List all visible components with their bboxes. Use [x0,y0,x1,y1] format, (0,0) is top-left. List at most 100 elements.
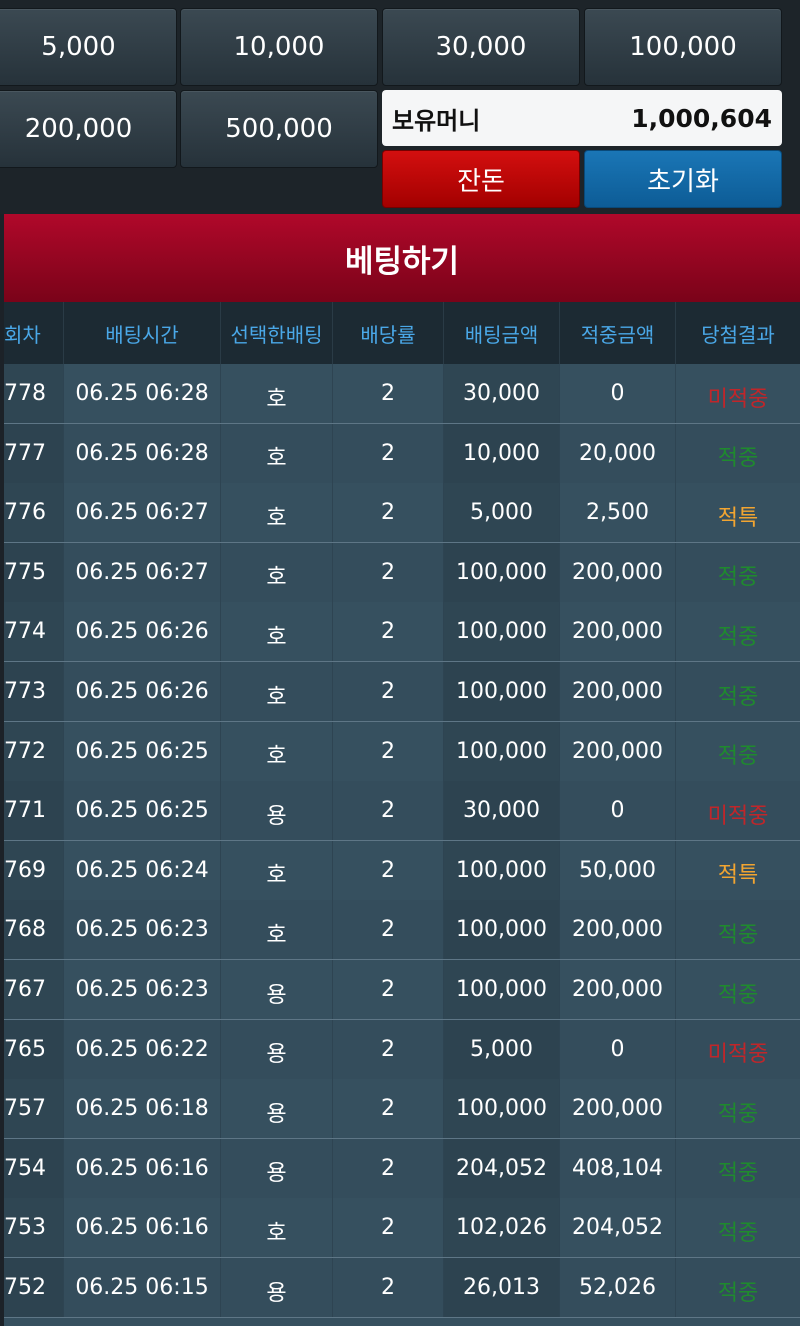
bet-amount-cell: 30,000 [444,781,560,841]
time-cell: 06.25 06:26 [64,662,221,721]
bet-amount-cell: 100,000 [444,721,560,781]
win-amount-cell: 0 [560,781,676,841]
result-cell: 적특 [717,863,759,889]
round-cell: 776 [4,483,64,543]
pick-cell: 호 [221,900,333,960]
time-cell: 06.25 06:23 [64,960,221,1019]
reset-button[interactable]: 초기화 [584,150,782,208]
header-odds: 배당률 [333,302,444,364]
cashout-button[interactable]: 잔돈 [382,150,580,208]
win-amount-cell: 2,500 [560,483,676,543]
bet-amount-cell: 100,000 [444,840,560,900]
table-row: 757 06.25 06:18 용 2 100,000 200,000 적중 [4,1079,800,1140]
chip-10000-button[interactable]: 10,000 [180,8,378,86]
time-cell: 06.25 06:27 [64,542,221,602]
odds-cell: 2 [333,662,444,721]
result-cell: 적중 [717,922,759,948]
result-cell: 적중 [717,565,759,591]
result-cell: 미적중 [707,1042,769,1068]
chip-30000-button[interactable]: 30,000 [382,8,580,86]
pick-cell: 용 [221,1258,333,1317]
time-cell: 06.25 06:25 [64,781,221,841]
odds-cell: 2 [333,602,444,662]
result-cell: 적특 [717,505,759,531]
table-row: 754 06.25 06:16 용 2 204,052 408,104 적중 [4,1138,800,1199]
chip-200000-button[interactable]: 200,000 [0,90,177,168]
round-cell: 772 [4,721,64,781]
pick-cell: 용 [221,1079,333,1139]
bet-amount-cell: 100,000 [444,602,560,662]
round-cell: 778 [4,364,64,423]
odds-cell: 2 [333,1198,444,1258]
bet-amount-cell: 26,013 [444,1258,560,1317]
time-cell: 06.25 06:23 [64,900,221,960]
chip-panel: 5,000 10,000 30,000 100,000 200,000 500,… [0,0,800,214]
bet-amount-cell: 100,000 [444,542,560,602]
result-cell: 미적중 [707,803,769,829]
header-bet-amount: 배팅금액 [444,302,560,364]
time-cell: 06.25 06:16 [64,1138,221,1198]
header-round: 회차 [4,302,64,364]
result-cell: 적중 [717,1101,759,1127]
round-cell: 775 [4,542,64,602]
time-cell: 06.25 06:27 [64,483,221,543]
win-amount-cell: 408,104 [560,1138,676,1198]
result-cell: 적중 [717,1161,759,1187]
header-win-amount: 적중금액 [560,302,676,364]
bet-amount-cell: 100,000 [444,900,560,960]
table-row: 769 06.25 06:24 호 2 100,000 50,000 적특 [4,840,800,901]
round-cell: 773 [4,662,64,721]
round-cell: 757 [4,1079,64,1139]
time-cell: 06.25 06:18 [64,1079,221,1139]
table-row: 767 06.25 06:23 용 2 100,000 200,000 적중 [4,960,800,1020]
bet-amount-cell: 204,052 [444,1138,560,1198]
bet-amount-cell: 100,000 [444,960,560,1019]
result-cell: 적중 [717,624,759,650]
odds-cell: 2 [333,1138,444,1198]
odds-cell: 2 [333,900,444,960]
chip-500000-button[interactable]: 500,000 [180,90,378,168]
result-cell: 적중 [717,1280,759,1306]
time-cell: 06.25 06:15 [64,1258,221,1317]
time-cell: 06.25 06:22 [64,1019,221,1079]
header-time: 배팅시간 [64,302,221,364]
win-amount-cell: 0 [560,364,676,423]
pick-cell: 용 [221,781,333,841]
odds-cell: 2 [333,1079,444,1139]
result-cell: 미적중 [707,386,769,412]
odds-cell: 2 [333,423,444,483]
pick-cell: 호 [221,483,333,543]
table-row: 772 06.25 06:25 호 2 100,000 200,000 적중 [4,721,800,782]
table-row: 768 06.25 06:23 호 2 100,000 200,000 적중 [4,900,800,961]
table-row: 776 06.25 06:27 호 2 5,000 2,500 적특 [4,483,800,544]
bet-amount-cell: 5,000 [444,483,560,543]
table-row: 753 06.25 06:16 호 2 102,026 204,052 적중 [4,1198,800,1259]
pick-cell: 호 [221,1198,333,1258]
odds-cell: 2 [333,960,444,1019]
win-amount-cell: 200,000 [560,542,676,602]
header-pick: 선택한배팅 [221,302,333,364]
result-cell: 적중 [717,1220,759,1246]
win-amount-cell: 200,000 [560,602,676,662]
win-amount-cell: 0 [560,1019,676,1079]
place-bet-button[interactable]: 베팅하기 [4,214,800,302]
pick-cell: 호 [221,542,333,602]
chip-100000-button[interactable]: 100,000 [584,8,782,86]
odds-cell: 2 [333,1019,444,1079]
header-result: 당첨결과 [701,322,775,347]
time-cell: 06.25 06:26 [64,602,221,662]
odds-cell: 2 [333,483,444,543]
time-cell: 06.25 06:28 [64,364,221,423]
win-amount-cell: 200,000 [560,662,676,721]
odds-cell: 2 [333,721,444,781]
bet-amount-cell: 10,000 [444,423,560,483]
table-row: 773 06.25 06:26 호 2 100,000 200,000 적중 [4,662,800,722]
chip-5000-button[interactable]: 5,000 [0,8,177,86]
table-row: 774 06.25 06:26 호 2 100,000 200,000 적중 [4,602,800,663]
table-row: 765 06.25 06:22 용 2 5,000 0 미적중 [4,1019,800,1080]
win-amount-cell: 200,000 [560,960,676,1019]
balance-label: 보유머니 [392,106,481,135]
round-cell: 774 [4,602,64,662]
win-amount-cell: 204,052 [560,1198,676,1258]
win-amount-cell: 200,000 [560,721,676,781]
